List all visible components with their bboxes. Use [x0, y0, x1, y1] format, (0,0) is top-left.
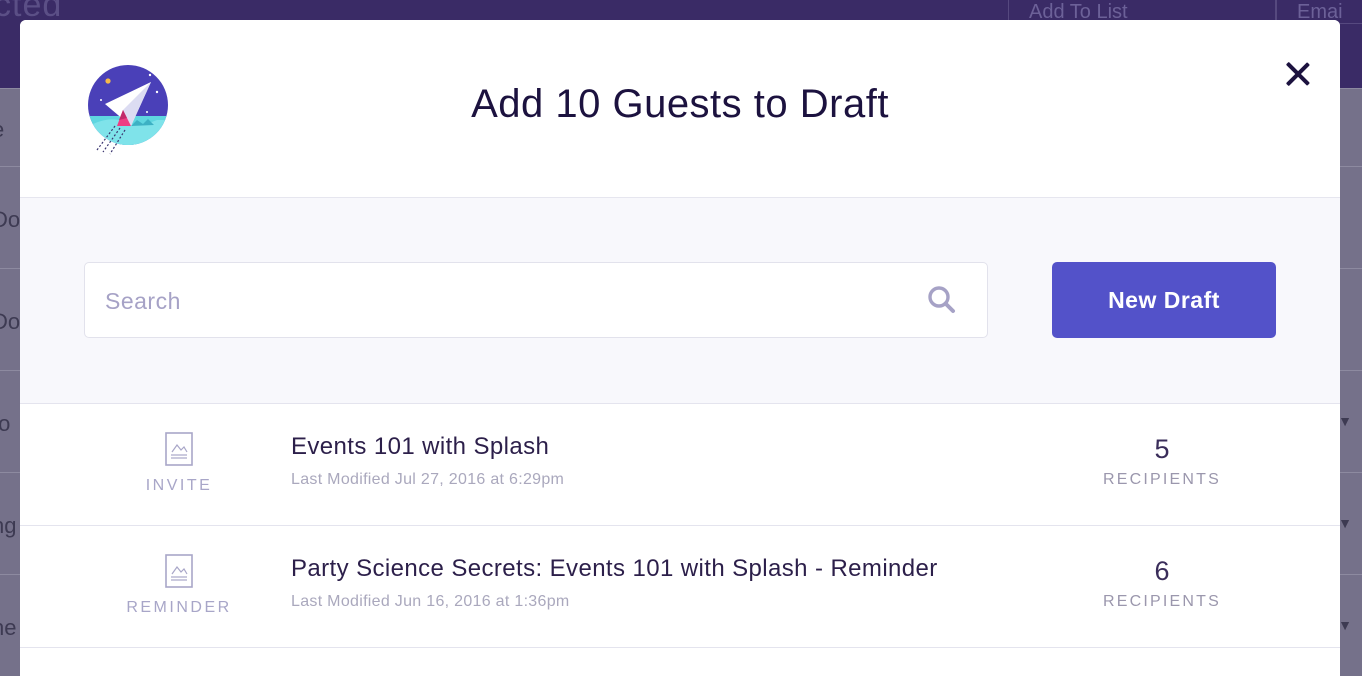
- search-icon[interactable]: [927, 285, 957, 315]
- add-guests-modal: Add 10 Guests to Draft New Draft INVITE …: [20, 20, 1340, 676]
- modal-title: Add 10 Guests to Draft: [471, 82, 889, 126]
- draft-row[interactable]: INVITE Events 101 with Splash Last Modif…: [20, 404, 1340, 526]
- recipient-label: RECIPIENTS: [1102, 593, 1221, 610]
- draft-type-label: REMINDER: [126, 599, 232, 616]
- background-row-text: ng: [0, 513, 17, 538]
- draft-title[interactable]: Events 101 with Splash: [291, 433, 549, 461]
- chevron-down-icon: ▼: [1338, 515, 1352, 531]
- chevron-down-icon: ▼: [1338, 413, 1352, 429]
- search-box: [84, 262, 988, 338]
- draft-title[interactable]: Party Science Secrets: Events 101 with S…: [291, 555, 938, 583]
- draft-list: INVITE Events 101 with Splash Last Modif…: [20, 404, 1340, 648]
- chevron-down-icon: ▼: [1338, 617, 1352, 633]
- recipient-count: 6: [1154, 556, 1170, 586]
- draft-last-modified: Last Modified Jun 16, 2016 at 1:36pm: [291, 593, 570, 610]
- background-row-text: Do: [0, 309, 21, 334]
- background-row-text: e: [0, 117, 4, 143]
- recipient-count: 5: [1154, 434, 1170, 464]
- draft-last-modified: Last Modified Jul 27, 2016 at 6:29pm: [291, 471, 565, 488]
- background-row-text: ne: [0, 615, 17, 640]
- search-input[interactable]: [105, 281, 905, 321]
- document-image-icon: [165, 554, 193, 588]
- modal-header: Add 10 Guests to Draft: [20, 20, 1340, 198]
- document-image-icon: [165, 432, 193, 466]
- draft-row[interactable]: REMINDER Party Science Secrets: Events 1…: [20, 526, 1340, 648]
- modal-toolbar: New Draft: [20, 198, 1340, 404]
- draft-type-label: INVITE: [145, 477, 213, 494]
- recipient-label: RECIPIENTS: [1102, 471, 1221, 488]
- close-icon[interactable]: [1282, 58, 1314, 90]
- background-row-text: Do: [0, 207, 21, 232]
- background-row-text: to: [0, 411, 11, 436]
- new-draft-button[interactable]: New Draft: [1052, 262, 1276, 338]
